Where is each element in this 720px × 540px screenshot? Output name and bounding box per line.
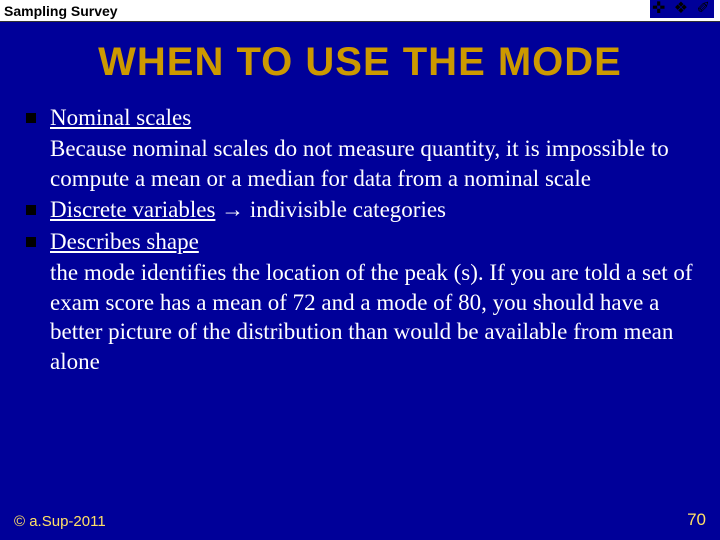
header-bar: Sampling Survey [0, 0, 720, 22]
slide-title: WHEN TO USE THE MODE [0, 22, 720, 97]
footer: © a.Sup-2011 70 [0, 510, 720, 530]
slide-content: Nominal scales Because nominal scales do… [0, 97, 720, 376]
bullet-body: the mode identifies the location of the … [24, 258, 696, 376]
bullet-icon [26, 113, 36, 123]
bullet-body: Because nominal scales do not measure qu… [24, 134, 696, 193]
bullet-item: Describes shape [24, 227, 696, 256]
bullet-heading: Discrete variables [50, 197, 215, 222]
bullet-heading: Nominal scales [50, 105, 191, 130]
bullet-item: Nominal scales [24, 103, 696, 132]
corner-icons: ✜ ❖ ✐ [650, 0, 714, 18]
copyright: © a.Sup-2011 [14, 513, 106, 530]
bullet-item: Discrete variables → indivisible categor… [24, 195, 696, 224]
page-number: 70 [687, 510, 706, 530]
header-label: Sampling Survey [4, 3, 118, 19]
bullet-heading: Describes shape [50, 229, 199, 254]
bullet-icon [26, 237, 36, 247]
arrow-icon: → [221, 197, 244, 222]
bullet-tail: indivisible categories [244, 197, 446, 222]
bullet-icon [26, 205, 36, 215]
